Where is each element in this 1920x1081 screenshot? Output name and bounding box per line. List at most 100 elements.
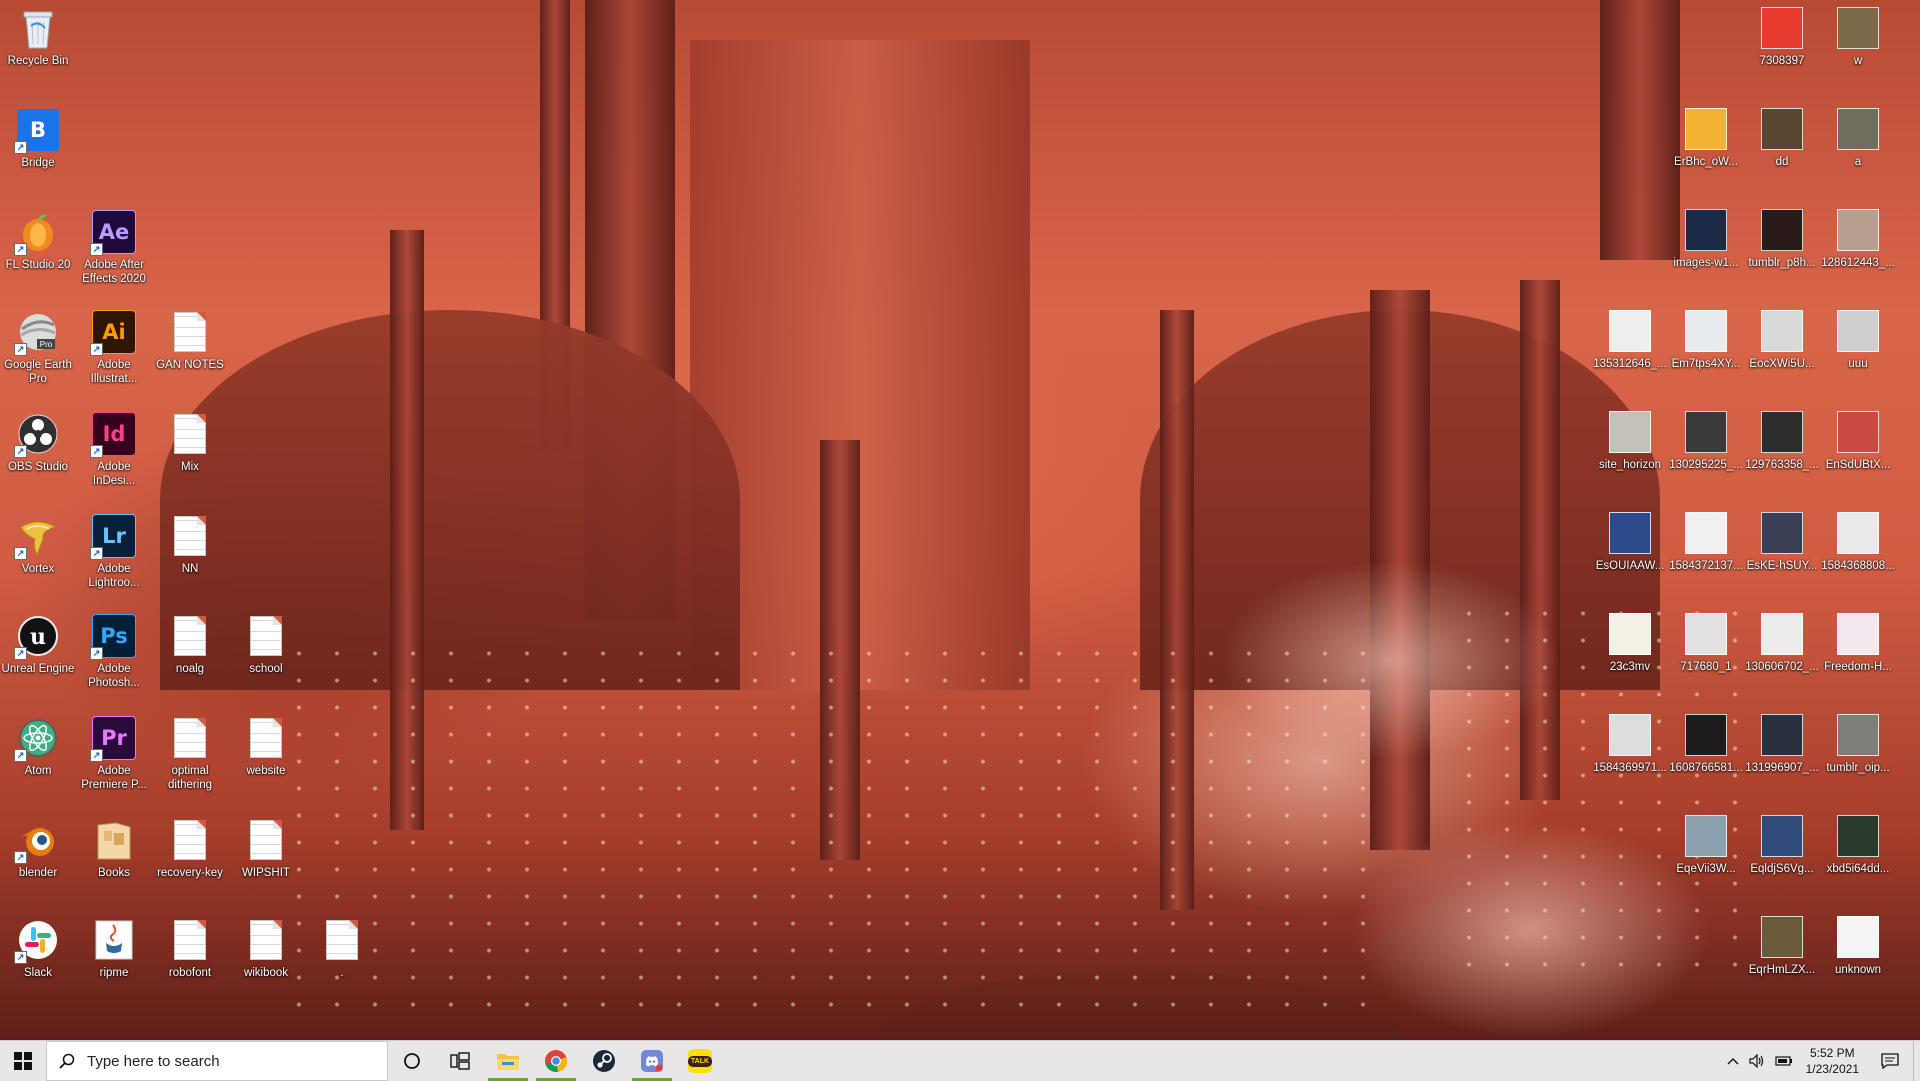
desktop-icon-illustrator[interactable]: Ai ↗ Adobe Illustrat... [76, 310, 152, 386]
wallpaper-lights [280, 640, 1380, 1020]
icon-label: 1608766581... [1669, 762, 1743, 774]
desktop-icon-website[interactable]: website [228, 716, 304, 778]
desktop-icon-photoshop[interactable]: Ps ↗ Adobe Photosh... [76, 614, 152, 690]
taskbar-steam[interactable] [580, 1041, 628, 1081]
desktop-icon-img-131996907[interactable]: 131996907_... [1744, 713, 1820, 775]
start-button[interactable] [0, 1041, 46, 1081]
taskbar-file-explorer[interactable] [484, 1041, 532, 1081]
desktop-icon-recycle-bin[interactable]: Recycle Bin [0, 6, 76, 68]
desktop-icon-img-130606702[interactable]: 130606702_... [1744, 612, 1820, 674]
desktop-icon-wikibook[interactable]: wikibook [228, 918, 304, 980]
desktop-icon-img-a[interactable]: a [1820, 107, 1896, 169]
desktop-icon-img-23c3mv[interactable]: 23c3mv [1592, 612, 1668, 674]
desktop-icon-atom[interactable]: ↗ Atom [0, 716, 76, 778]
desktop-icon-recovery-key[interactable]: recovery-key [152, 818, 228, 880]
taskbar-clock[interactable]: 5:52 PM 1/23/2021 [1798, 1045, 1867, 1077]
desktop-icon-img-esouiaaw[interactable]: EsOUIAAW... [1592, 511, 1668, 573]
desktop-icon-img-tumblr-p8h[interactable]: tumblr_p8h... [1744, 208, 1820, 270]
desktop-icon-optimal-dithering[interactable]: optimal dithering [152, 716, 228, 792]
taskbar-chrome[interactable] [532, 1041, 580, 1081]
desktop-icon-img-em7tps4xy[interactable]: Em7tps4XY... [1668, 309, 1744, 371]
desktop-icon-vortex[interactable]: ↗ Vortex [0, 514, 76, 576]
desktop-icon-img-129763358[interactable]: 129763358_... [1744, 410, 1820, 472]
image-thumbnail-icon [1684, 309, 1728, 353]
desktop-icon-img-eqrhmlzx[interactable]: EqrHmLZX... [1744, 915, 1820, 977]
search-input[interactable] [85, 1051, 369, 1071]
image-thumbnail-icon [1836, 107, 1880, 151]
desktop-icon-wipshit[interactable]: WIPSHIT [228, 818, 304, 880]
action-center-button[interactable] [1867, 1041, 1913, 1081]
desktop-icon-img-w[interactable]: w [1820, 6, 1896, 68]
desktop-icon-img-130295225[interactable]: 130295225_... [1668, 410, 1744, 472]
desktop-icon-ripme[interactable]: ripme [76, 918, 152, 980]
desktop-icon-img-1584372137[interactable]: 1584372137... [1668, 511, 1744, 573]
desktop-icon-bridge[interactable]: B ↗ Bridge [0, 108, 76, 170]
icon-label: NN [181, 563, 199, 575]
desktop-icon-noalg[interactable]: noalg [152, 614, 228, 676]
desktop-icon-nn[interactable]: NN [152, 514, 228, 576]
desktop-icon-slack[interactable]: ↗ Slack [0, 918, 76, 980]
icon-label: 1584369971... [1593, 762, 1667, 774]
cortana-button[interactable] [388, 1041, 436, 1081]
desktop-icon-gan-notes[interactable]: GAN NOTES [152, 310, 228, 372]
desktop-icon-img-erbhc[interactable]: ErBhc_oW... [1668, 107, 1744, 169]
desktop-icon-img-dd[interactable]: dd [1744, 107, 1820, 169]
desktop-icon-unreal-engine[interactable]: u ↗ Unreal Engine [0, 614, 76, 676]
task-view-button[interactable] [436, 1041, 484, 1081]
desktop-icon-img-eske-hsuy[interactable]: EsKE-hSUY... [1744, 511, 1820, 573]
desktop-icon-indesign[interactable]: Id ↗ Adobe InDesi... [76, 412, 152, 488]
kakaotalk-icon: TALK [687, 1049, 713, 1073]
desktop-icon-img-717680-1[interactable]: 717680_1 [1668, 612, 1744, 674]
shortcut-arrow-icon: ↗ [14, 951, 27, 964]
desktop-icon-img-xbd5i64dd[interactable]: xbd5i64dd... [1820, 814, 1896, 876]
desktop-icon-premiere[interactable]: Pr ↗ Adobe Premiere P... [76, 716, 152, 792]
desktop-icon-img-uuu[interactable]: uuu [1820, 309, 1896, 371]
tray-network-button[interactable] [1770, 1041, 1798, 1081]
taskbar-kakaotalk[interactable]: TALK [676, 1041, 724, 1081]
show-desktop-button[interactable] [1913, 1041, 1920, 1081]
image-thumbnail-icon [1836, 309, 1880, 353]
desktop-icon-img-unknown[interactable]: unknown [1820, 915, 1896, 977]
text-file-icon [168, 716, 212, 760]
clock-time: 5:52 PM [1809, 1046, 1855, 1060]
desktop-icon-fl-studio[interactable]: ↗ FL Studio 20 [0, 210, 76, 272]
tray-volume-button[interactable] [1744, 1041, 1770, 1081]
desktop-icon-img-1584369971[interactable]: 1584369971... [1592, 713, 1668, 775]
desktop[interactable]: Recycle Bin B ↗ Bridge ↗ FL Studio 20 Ae… [0, 0, 1920, 1040]
desktop-icon-dot-file[interactable]: . [304, 918, 380, 980]
desktop-icon-img-tumblr-oip[interactable]: tumblr_oip... [1820, 713, 1896, 775]
text-file-icon [244, 716, 288, 760]
image-thumbnail-icon [1836, 410, 1880, 454]
desktop-icon-google-earth[interactable]: Pro ↗ Google Earth Pro [0, 310, 76, 386]
desktop-icon-lightroom[interactable]: Lr ↗ Adobe Lightroo... [76, 514, 152, 590]
image-thumbnail-icon [1684, 511, 1728, 555]
desktop-icon-img-eqldjs6vg[interactable]: EqldjS6Vg... [1744, 814, 1820, 876]
desktop-icon-img-site-horizon[interactable]: site_horizon [1592, 410, 1668, 472]
desktop-icon-img-128612443[interactable]: 128612443_... [1820, 208, 1896, 270]
desktop-icon-img-7308397[interactable]: 7308397 [1744, 6, 1820, 68]
desktop-icon-after-effects[interactable]: Ae ↗ Adobe After Effects 2020 [76, 210, 152, 286]
icon-label: EocXWi5U... [1749, 358, 1815, 370]
slack-icon: ↗ [14, 918, 60, 964]
desktop-icon-obs[interactable]: ↗ OBS Studio [0, 412, 76, 474]
desktop-icon-blender[interactable]: ↗ blender [0, 818, 76, 880]
desktop-icon-img-freedom-h[interactable]: Freedom-H... [1820, 612, 1896, 674]
desktop-icon-img-images-w1[interactable]: images-w1... [1668, 208, 1744, 270]
desktop-icon-mix[interactable]: Mix [152, 412, 228, 474]
desktop-icon-img-135312646[interactable]: 135312646_... [1592, 309, 1668, 371]
icon-label: a [1854, 156, 1862, 168]
desktop-icon-img-eqevii3w[interactable]: EqeVii3W... [1668, 814, 1744, 876]
desktop-icon-img-eocxwi5u[interactable]: EocXWi5U... [1744, 309, 1820, 371]
tray-overflow-button[interactable] [1722, 1041, 1744, 1081]
desktop-icon-img-1584368808[interactable]: 1584368808... [1820, 511, 1896, 573]
taskbar-discord[interactable] [628, 1041, 676, 1081]
premiere-icon: Pr ↗ [90, 716, 136, 762]
desktop-icon-books[interactable]: Books [76, 818, 152, 880]
desktop-icon-img-ensdubtx[interactable]: EnSdUBtX... [1820, 410, 1896, 472]
desktop-icon-school[interactable]: school [228, 614, 304, 676]
icon-label: 1584368808... [1821, 560, 1895, 572]
taskbar-search-box[interactable] [46, 1041, 388, 1081]
desktop-icon-robofont[interactable]: robofont [152, 918, 228, 980]
volume-icon [1749, 1054, 1763, 1068]
desktop-icon-img-1608766581[interactable]: 1608766581... [1668, 713, 1744, 775]
